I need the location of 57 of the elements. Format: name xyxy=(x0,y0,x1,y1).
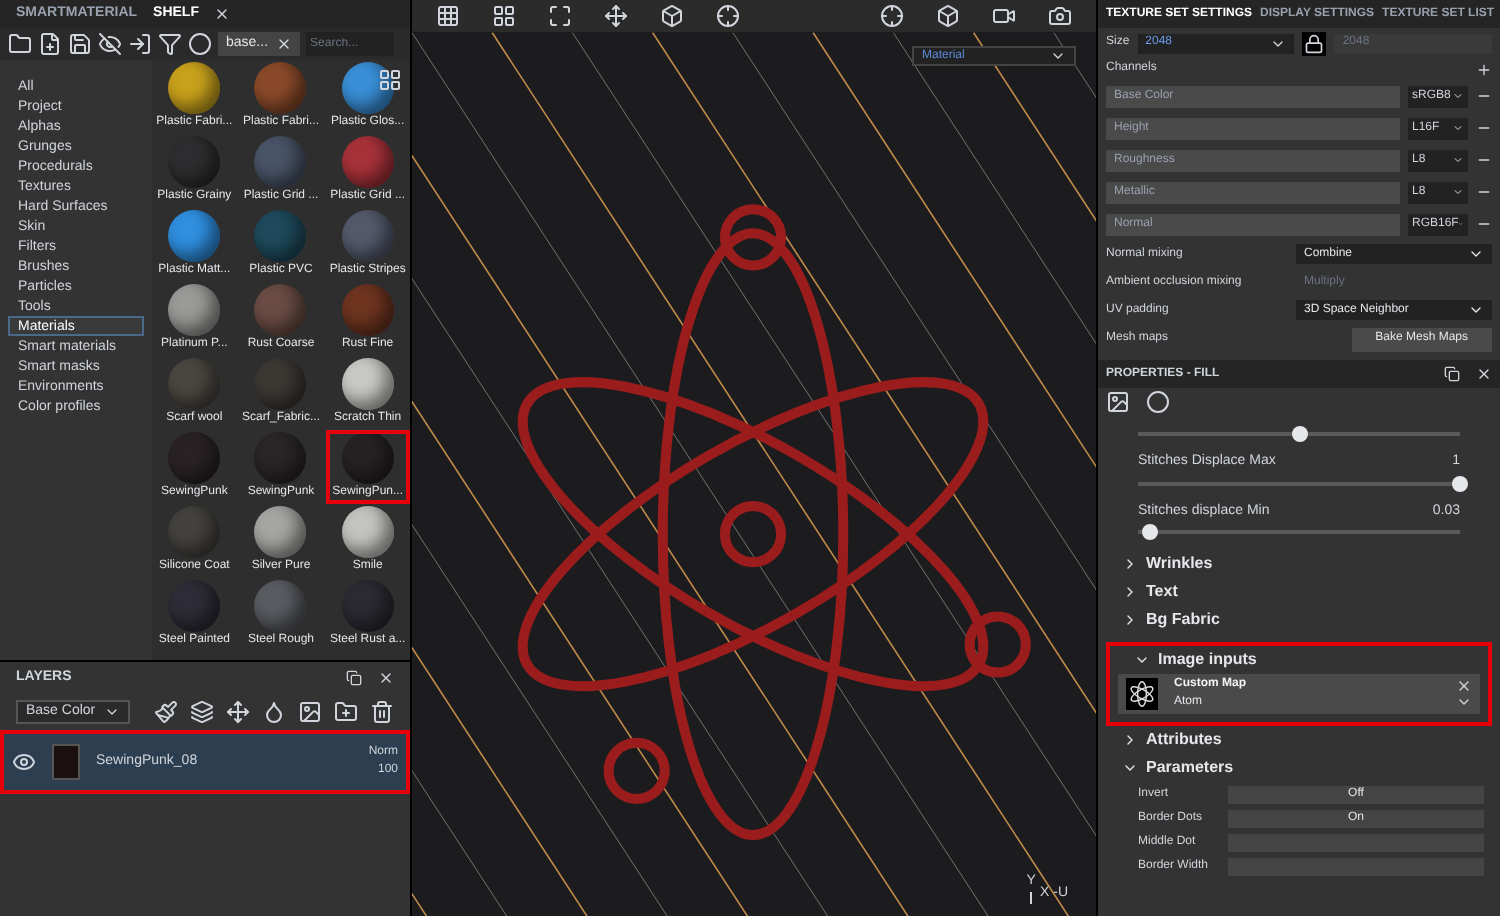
move-icon xyxy=(604,4,628,28)
fill-icon xyxy=(262,700,286,724)
section-header[interactable]: Image inputs xyxy=(1110,646,1488,674)
close-icon xyxy=(378,670,394,686)
section-header[interactable]: Attributes xyxy=(1098,726,1500,754)
new-file-icon xyxy=(38,32,62,56)
close-icon xyxy=(1476,366,1492,382)
slider-thumb[interactable] xyxy=(1142,524,1159,540)
chevron-down-icon xyxy=(1452,154,1464,166)
chevron-down-icon xyxy=(1134,652,1150,668)
camera-icon xyxy=(992,4,1016,28)
lock-icon[interactable] xyxy=(1302,31,1327,55)
layer-thumbnail xyxy=(52,744,80,780)
section-header[interactable]: Text xyxy=(1098,578,1500,606)
import-icon xyxy=(128,32,152,56)
grid-view-icon xyxy=(378,68,402,92)
chevron-down-icon xyxy=(1456,694,1472,710)
chevron-down-icon xyxy=(1452,90,1464,102)
circle-icon xyxy=(188,32,212,56)
chevron-down-icon xyxy=(1468,302,1484,318)
grid-icon xyxy=(492,4,516,28)
cube-icon xyxy=(936,4,960,28)
screenshot-icon xyxy=(1048,4,1072,28)
move-icon xyxy=(226,700,250,724)
delete-icon xyxy=(370,700,394,724)
axis-line xyxy=(1030,892,1033,904)
save-icon xyxy=(68,32,92,56)
filter-icon xyxy=(158,32,182,56)
add-icon xyxy=(1476,61,1492,77)
material-icon xyxy=(1106,390,1130,414)
close-icon xyxy=(214,6,231,22)
section-header[interactable]: Wrinkles xyxy=(1098,550,1500,578)
target-icon xyxy=(716,4,740,28)
hidden-icon xyxy=(98,32,122,56)
slider-thumb[interactable] xyxy=(1291,426,1307,442)
close-icon xyxy=(1456,678,1472,694)
folder-icon xyxy=(8,32,32,56)
sphere-icon xyxy=(1146,390,1170,414)
chevron-down-icon xyxy=(1050,48,1066,64)
image-icon xyxy=(298,700,322,724)
close-icon xyxy=(276,36,293,52)
chevron-down-icon xyxy=(103,704,120,720)
atom-thumbnail-icon xyxy=(1126,678,1158,710)
undock-icon xyxy=(346,670,362,686)
chevron-down-icon xyxy=(1122,760,1138,776)
chevron-down-icon xyxy=(1452,122,1464,134)
layers-icon xyxy=(190,700,214,724)
undock-icon xyxy=(1444,366,1460,382)
grid-icon xyxy=(436,4,460,28)
eye-icon[interactable] xyxy=(12,750,36,774)
folder-add-icon xyxy=(334,700,358,724)
slider-thumb[interactable] xyxy=(1452,475,1468,491)
section-header[interactable]: Bg Fabric xyxy=(1098,606,1500,634)
chevron-down-icon xyxy=(1452,186,1464,198)
chevron-right-icon xyxy=(1122,732,1138,748)
section-header[interactable]: Parameters xyxy=(1098,754,1500,782)
brush-icon xyxy=(154,700,178,724)
